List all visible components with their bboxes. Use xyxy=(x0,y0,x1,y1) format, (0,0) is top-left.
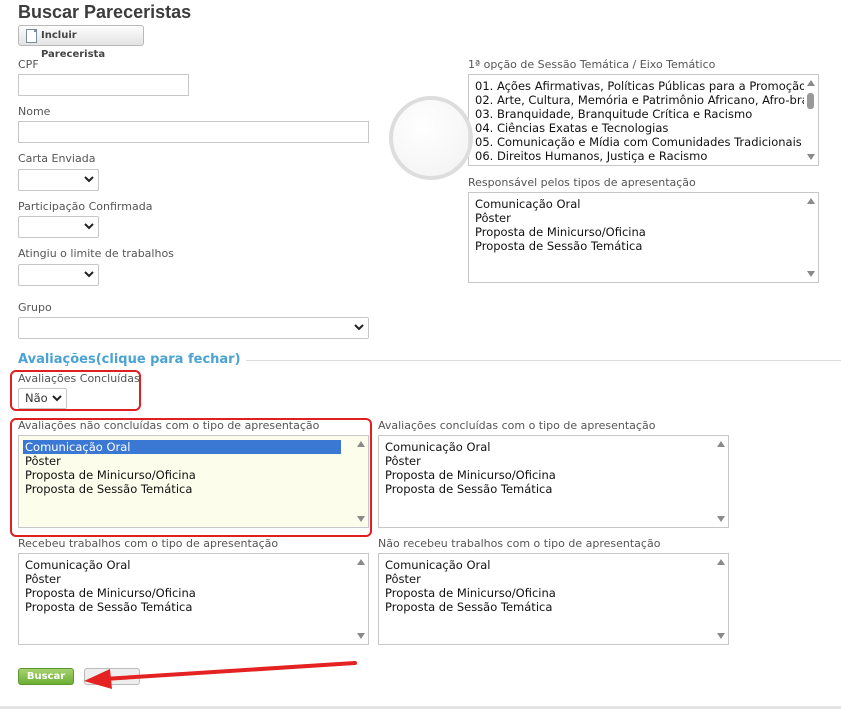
list-item[interactable]: Proposta de Minicurso/Oficina xyxy=(19,586,368,600)
sessao-label: 1ª opção de Sessão Temática / Eixo Temát… xyxy=(468,58,716,71)
list-item[interactable]: Pôster xyxy=(379,572,728,586)
participacao-select[interactable] xyxy=(18,216,99,238)
list-item[interactable]: Proposta de Sessão Temática xyxy=(379,600,728,614)
recebeu-listbox[interactable]: Comunicação Oral Pôster Proposta de Mini… xyxy=(18,553,369,645)
scroll-down-icon[interactable] xyxy=(357,516,365,522)
list-item[interactable]: Proposta de Minicurso/Oficina xyxy=(469,225,818,239)
concluidas-tipo-label: Avaliações concluídas com o tipo de apre… xyxy=(378,419,656,432)
chevron-down-icon xyxy=(84,176,94,183)
list-item[interactable]: Proposta de Sessão Temática xyxy=(469,239,818,253)
nao-recebeu-listbox[interactable]: Comunicação Oral Pôster Proposta de Mini… xyxy=(378,553,729,645)
chevron-down-icon xyxy=(52,395,62,402)
avaliacoes-toggle[interactable]: Avaliações(clique para fechar) xyxy=(18,352,241,367)
magnifier-icon xyxy=(389,96,473,180)
cpf-label: CPF xyxy=(18,58,39,71)
scroll-up-icon[interactable] xyxy=(357,559,365,565)
concluidas-tipo-listbox[interactable]: Comunicação Oral Pôster Proposta de Mini… xyxy=(378,435,729,528)
scroll-up-icon[interactable] xyxy=(807,80,815,86)
scroll-up-icon[interactable] xyxy=(717,441,725,447)
carta-label: Carta Enviada xyxy=(18,152,96,165)
scrollbar[interactable] xyxy=(714,554,728,644)
chevron-down-icon xyxy=(354,324,364,331)
scrollbar[interactable] xyxy=(804,193,818,282)
section-divider xyxy=(246,360,841,361)
responsavel-listbox[interactable]: Comunicação Oral Pôster Proposta de Mini… xyxy=(468,192,819,283)
concluidas-value: Não xyxy=(25,391,48,405)
scroll-down-icon[interactable] xyxy=(717,633,725,639)
list-item[interactable]: Pôster xyxy=(469,211,818,225)
concluidas-select[interactable]: Não xyxy=(18,388,67,409)
scrollbar[interactable] xyxy=(804,75,818,165)
chevron-down-icon xyxy=(84,271,94,278)
scroll-down-icon[interactable] xyxy=(807,271,815,277)
list-item[interactable]: Proposta de Minicurso/Oficina xyxy=(379,468,728,482)
page-title: Buscar Pareceristas xyxy=(18,2,192,22)
footer-divider xyxy=(0,706,841,709)
scroll-down-icon[interactable] xyxy=(717,516,725,522)
carta-select[interactable] xyxy=(18,169,99,191)
list-item[interactable]: 03. Branquidade, Branquitude Crítica e R… xyxy=(469,107,818,121)
buscar-button[interactable]: Buscar xyxy=(18,668,74,685)
scroll-down-icon[interactable] xyxy=(357,633,365,639)
scroll-up-icon[interactable] xyxy=(717,559,725,565)
add-parecerista-button[interactable]: Incluir Parecerista xyxy=(18,25,144,60)
limite-select[interactable] xyxy=(18,264,99,286)
list-item[interactable]: Proposta de Sessão Temática xyxy=(379,482,728,496)
cpf-input[interactable] xyxy=(18,74,189,96)
nao-recebeu-label: Não recebeu trabalhos com o tipo de apre… xyxy=(378,537,661,550)
list-item[interactable]: Proposta de Sessão Temática xyxy=(19,482,368,496)
grupo-select[interactable] xyxy=(18,317,369,339)
nome-label: Nome xyxy=(18,105,51,118)
limite-label: Atingiu o limite de trabalhos xyxy=(18,247,174,260)
list-item[interactable]: 02. Arte, Cultura, Memória e Patrimônio … xyxy=(469,93,818,107)
list-item[interactable]: 01. Ações Afirmativas, Políticas Pública… xyxy=(469,79,818,93)
list-item[interactable]: Proposta de Sessão Temática xyxy=(19,600,368,614)
nao-concluidas-listbox[interactable]: Comunicação Oral Pôster Proposta de Mini… xyxy=(18,435,369,528)
responsavel-label: Responsável pelos tipos de apresentação xyxy=(468,176,696,189)
scroll-thumb[interactable] xyxy=(807,93,814,109)
list-item[interactable]: Pôster xyxy=(19,572,368,586)
participacao-label: Participação Confirmada xyxy=(18,200,153,213)
list-item[interactable]: Comunicação Oral xyxy=(19,558,368,572)
scroll-up-icon[interactable] xyxy=(807,198,815,204)
chevron-down-icon xyxy=(84,223,94,230)
list-item[interactable]: 05. Comunicação e Mídia com Comunidades … xyxy=(469,135,818,149)
list-item[interactable]: Proposta de Minicurso/Oficina xyxy=(379,586,728,600)
nao-concluidas-label: Avaliações não concluídas com o tipo de … xyxy=(18,419,320,432)
list-item[interactable]: Comunicação Oral xyxy=(379,440,728,454)
scroll-down-icon[interactable] xyxy=(807,154,815,160)
scrollbar[interactable] xyxy=(354,554,368,644)
list-item[interactable]: Comunicação Oral xyxy=(23,440,341,454)
list-item[interactable]: Pôster xyxy=(19,454,368,468)
list-item[interactable]: Comunicação Oral xyxy=(379,558,728,572)
list-item[interactable]: 04. Ciências Exatas e Tecnologias xyxy=(469,121,818,135)
list-item[interactable]: Comunicação Oral xyxy=(469,197,818,211)
scrollbar[interactable] xyxy=(354,436,368,527)
scrollbar[interactable] xyxy=(714,436,728,527)
scroll-up-icon[interactable] xyxy=(357,441,365,447)
list-item[interactable]: Proposta de Minicurso/Oficina xyxy=(19,468,368,482)
grupo-label: Grupo xyxy=(18,301,52,314)
document-icon xyxy=(26,29,37,43)
recebeu-label: Recebeu trabalhos com o tipo de apresent… xyxy=(18,537,279,550)
sessao-listbox[interactable]: 01. Ações Afirmativas, Políticas Pública… xyxy=(468,74,819,166)
list-item[interactable]: Pôster xyxy=(379,454,728,468)
add-parecerista-label: Incluir Parecerista xyxy=(41,30,106,60)
concluidas-label: Avaliações Concluídas xyxy=(18,372,140,385)
list-item[interactable]: 06. Direitos Humanos, Justiça e Racismo xyxy=(469,149,818,163)
nome-input[interactable] xyxy=(18,121,369,143)
arrow-annotation-icon xyxy=(84,661,357,689)
